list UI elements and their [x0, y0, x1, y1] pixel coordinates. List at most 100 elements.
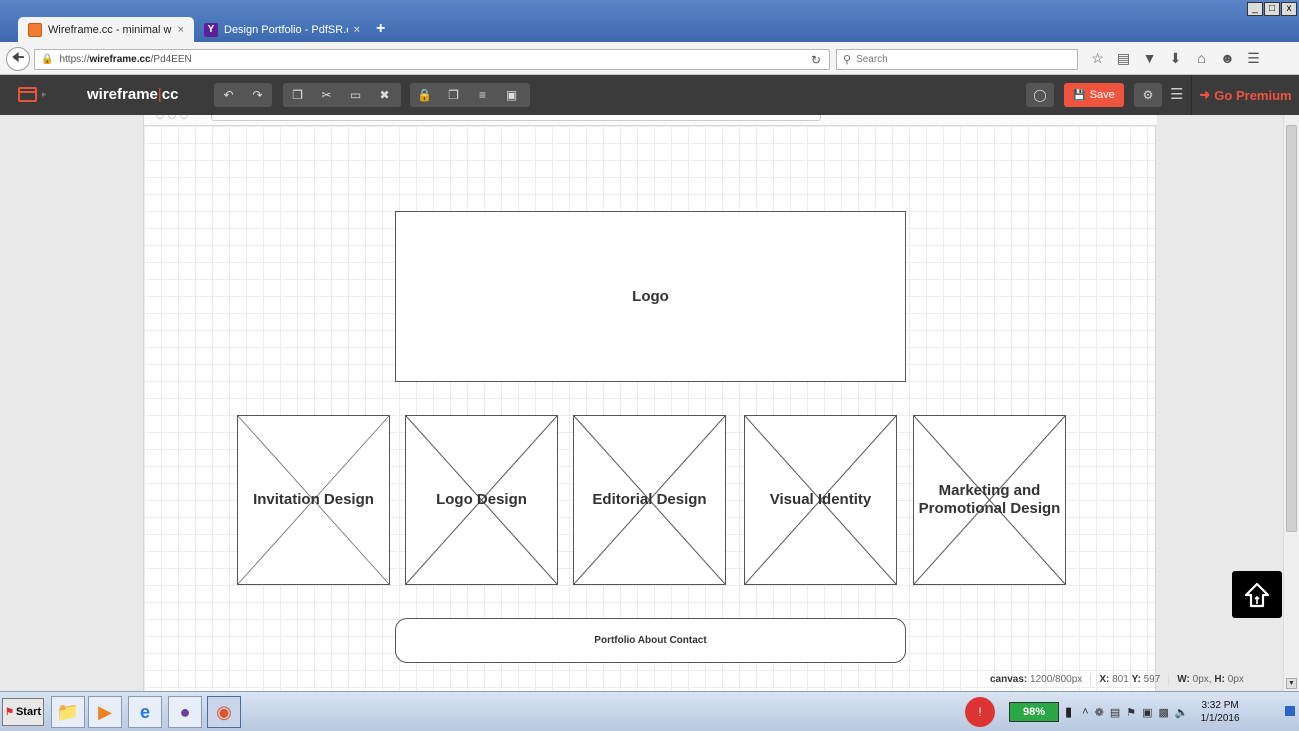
wireframe-favicon-icon	[28, 22, 42, 37]
action-center-flag-icon[interactable]: ⚑	[1126, 706, 1136, 719]
app-menu-icon[interactable]	[18, 87, 37, 102]
power-plug-icon: ▮	[1065, 704, 1073, 719]
close-window-button[interactable]: x	[1281, 2, 1297, 16]
network-icon[interactable]: ▤	[1110, 706, 1120, 719]
vertical-scrollbar[interactable]: ▼	[1283, 115, 1299, 691]
tab-wireframe[interactable]: Wireframe.cc - minimal wirefr... ×	[18, 17, 194, 42]
reload-icon[interactable]: ↻	[811, 53, 821, 67]
group-icon[interactable]: ▣	[497, 88, 526, 102]
placeholder-label: Logo Design	[436, 491, 527, 508]
browser-titlebar: Wireframe.cc - minimal wirefr... × Y Des…	[0, 0, 1299, 42]
search-input[interactable]: ⚲ Search	[836, 49, 1078, 70]
settings-button[interactable]: ⚙	[1134, 83, 1162, 107]
copy-icon[interactable]: ❐	[283, 88, 312, 102]
caret-icon: ▸	[42, 89, 47, 99]
align-icon[interactable]: ≡	[468, 88, 497, 102]
canvas-status-bar: canvas: 1200/800px X: 801 Y: 597 W: 0px,…	[982, 674, 1252, 685]
github-taskbar-button[interactable]: ●	[168, 696, 202, 728]
image-placeholder[interactable]: Logo Design	[405, 415, 558, 585]
new-tab-button[interactable]: +	[376, 20, 385, 38]
lock-element-icon[interactable]: 🔒	[410, 88, 439, 102]
placeholder-label: Marketing and Promotional Design	[918, 482, 1061, 517]
url-text: https://wireframe.cc/Pd4EEN	[59, 54, 192, 65]
delete-icon[interactable]: ✖	[370, 88, 399, 102]
premium-label: Go Premium	[1214, 87, 1292, 103]
home-button[interactable]	[1232, 571, 1282, 618]
scroll-down-icon[interactable]: ▼	[1286, 678, 1297, 689]
comment-button[interactable]: ◯	[1026, 83, 1054, 107]
chat-icon[interactable]: ☻	[1216, 50, 1239, 67]
arrange-tools: 🔒 ❐ ≡ ▣	[410, 83, 530, 107]
logo-label: Logo	[632, 288, 669, 305]
back-button[interactable]: 🠈	[6, 47, 30, 71]
close-tab-icon[interactable]: ×	[178, 24, 184, 36]
mock-browser-chrome	[144, 115, 1157, 126]
scrollbar-thumb[interactable]	[1286, 125, 1297, 532]
firefox-taskbar-button[interactable]: ◉	[207, 696, 241, 728]
clock-time: 3:32 PM	[1201, 700, 1239, 711]
image-placeholder[interactable]: Marketing and Promotional Design	[913, 415, 1066, 585]
tab-label: Design Portfolio - PdfSR.com	[224, 23, 348, 36]
start-button[interactable]: ⚑ Start	[2, 698, 44, 726]
minimize-button[interactable]: _	[1247, 2, 1263, 16]
hamburger-menu-icon[interactable]: ☰	[1242, 50, 1265, 67]
paste-icon[interactable]: ▭	[341, 88, 370, 102]
arrow-right-icon: ➜	[1199, 87, 1211, 102]
firefox-icon: ◉	[216, 701, 232, 722]
tray-expand-icon[interactable]: ˄	[1082, 706, 1088, 718]
redo-icon[interactable]: ↷	[243, 88, 272, 102]
media-player-taskbar-button[interactable]: ▶	[88, 696, 122, 728]
wireframe-canvas[interactable]: Logo Invitation Design Logo Design Edito…	[143, 115, 1157, 691]
tab-design-portfolio[interactable]: Y Design Portfolio - PdfSR.com ×	[194, 17, 370, 42]
clock-date: 1/1/2016	[1200, 713, 1240, 724]
back-arrow-icon: 🠈	[11, 49, 25, 65]
image-placeholder[interactable]: Visual Identity	[744, 415, 897, 585]
image-placeholder[interactable]: Invitation Design	[237, 415, 390, 585]
file-explorer-taskbar-button[interactable]: 📁	[51, 696, 85, 728]
search-icon: ⚲	[843, 54, 852, 66]
show-desktop-button[interactable]	[1285, 706, 1295, 716]
go-premium-link[interactable]: ➜ Go Premium	[1191, 75, 1299, 115]
media-player-icon: ▶	[98, 701, 112, 722]
url-bar[interactable]: 🔒 https://wireframe.cc/Pd4EEN ↻	[34, 49, 830, 70]
volume-icon[interactable]: 🔈	[1175, 706, 1189, 719]
logo-box[interactable]: Logo	[395, 211, 906, 382]
placeholder-label: Editorial Design	[592, 491, 707, 508]
browser-toolbar-icons: ☆ ▤ ▼ ⬇ ⌂ ☻ ☰	[1086, 50, 1268, 67]
cut-icon[interactable]: ✂	[312, 88, 341, 102]
signal-icon[interactable]: ▩	[1159, 706, 1169, 719]
save-button[interactable]: 💾 Save	[1064, 83, 1124, 107]
close-tab-icon[interactable]: ×	[354, 24, 360, 36]
github-icon: ●	[179, 701, 191, 722]
tab-label: Wireframe.cc - minimal wirefr...	[48, 23, 172, 36]
home-icon[interactable]: ⌂	[1190, 50, 1213, 67]
bring-front-icon[interactable]: ❐	[439, 88, 468, 102]
download-icon[interactable]: ⬇	[1164, 50, 1187, 67]
display-icon[interactable]: ▣	[1142, 706, 1152, 719]
undo-icon[interactable]: ↶	[214, 88, 243, 102]
dropbox-icon[interactable]: ❁	[1095, 706, 1104, 719]
image-placeholder[interactable]: Editorial Design	[573, 415, 726, 585]
placeholder-label: Visual Identity	[769, 491, 872, 508]
app-name: wireframe|cc	[87, 86, 179, 103]
security-warning-icon[interactable]: !	[965, 697, 995, 727]
internet-explorer-taskbar-button[interactable]: e	[128, 696, 162, 728]
canvas-size: canvas: 1200/800px	[982, 674, 1092, 685]
lock-icon: 🔒	[41, 54, 54, 65]
yahoo-favicon-icon: Y	[204, 22, 218, 37]
start-label: Start	[15, 706, 42, 718]
windows-taskbar: ⚑ Start 📁 ▶ e ● ◉ ! 98% ▮ ˄ ❁ ▤ ⚑ ▣ ▩ 🔈 …	[0, 691, 1299, 731]
floppy-icon: 💾	[1073, 89, 1086, 101]
maximize-button[interactable]: □	[1264, 2, 1280, 16]
battery-indicator[interactable]: 98%	[1009, 702, 1059, 722]
bookmark-star-icon[interactable]: ☆	[1086, 50, 1109, 67]
reading-list-icon[interactable]: ▤	[1112, 50, 1135, 67]
cursor-position: X: 801 Y: 597	[1091, 674, 1170, 685]
nav-links-box[interactable]: Portfolio About Contact	[395, 618, 906, 663]
folder-icon: 📁	[56, 701, 80, 722]
system-clock[interactable]: 3:32 PM 1/1/2016	[1201, 699, 1240, 725]
app-hamburger-icon[interactable]: ☰	[1170, 85, 1183, 103]
nav-links-label: Portfolio About Contact	[594, 635, 707, 646]
history-tools: ↶ ↷	[214, 83, 272, 107]
pocket-icon[interactable]: ▼	[1138, 50, 1161, 67]
